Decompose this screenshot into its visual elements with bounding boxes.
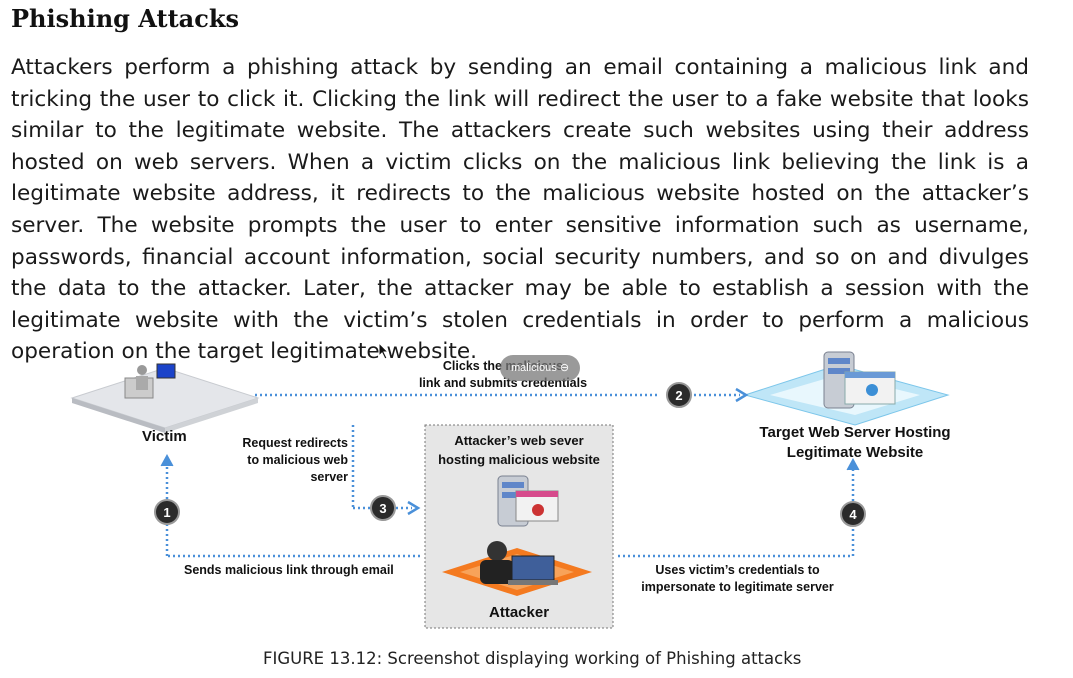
svg-text:3: 3	[379, 501, 386, 516]
step-2-badge: 2	[666, 382, 692, 408]
victim-label: Victim	[142, 428, 187, 445]
target-label: Target Web Server Hosting Legitimate Web…	[750, 423, 960, 463]
target-server-icon	[743, 351, 950, 426]
target-label-line2: Legitimate Website	[786, 444, 924, 461]
uses-line2: impersonate to legitimate server	[641, 580, 834, 594]
attacker-server-line1: Attacker’s web sever	[454, 433, 584, 448]
svg-text:2: 2	[675, 388, 682, 403]
arrow-head-3	[407, 500, 421, 516]
attacker-server-line2: hosting malicious website	[438, 452, 600, 467]
figure-caption: FIGURE 13.12: Screenshot displaying work…	[263, 649, 802, 668]
step-1-badge: 1	[154, 499, 180, 525]
redirect-line2: to malicious web	[247, 453, 348, 467]
diagram-graphics: 1 2 3 4	[70, 351, 950, 629]
arrow-head-2	[735, 387, 749, 403]
mouse-cursor-icon	[378, 342, 390, 360]
redirect-line1: Request redirects	[242, 436, 348, 450]
arrow-head-victim	[160, 453, 174, 467]
attacker-label: Attacker	[489, 604, 550, 621]
phishing-diagram: 1 2 3 4 Victim Target Web Server Hosting…	[0, 0, 1073, 678]
hover-tooltip: malicious ⊖	[500, 355, 580, 381]
svg-text:4: 4	[849, 507, 857, 522]
step-4-badge: 4	[840, 501, 866, 527]
svg-text:1: 1	[163, 505, 170, 520]
redirect-label: Request redirects to malicious web serve…	[230, 435, 348, 486]
uses-label: Uses victim’s credentials to impersonate…	[630, 562, 845, 596]
victim-computer-icon	[70, 363, 260, 433]
step-3-badge: 3	[370, 495, 396, 521]
target-label-line1: Target Web Server Hosting	[759, 424, 951, 441]
attacker-server-label: Attacker’s web sever hosting malicious w…	[430, 431, 608, 469]
redirect-line3: server	[310, 470, 348, 484]
uses-line1: Uses victim’s credentials to	[655, 563, 820, 577]
sends-label: Sends malicious link through email	[184, 563, 394, 577]
